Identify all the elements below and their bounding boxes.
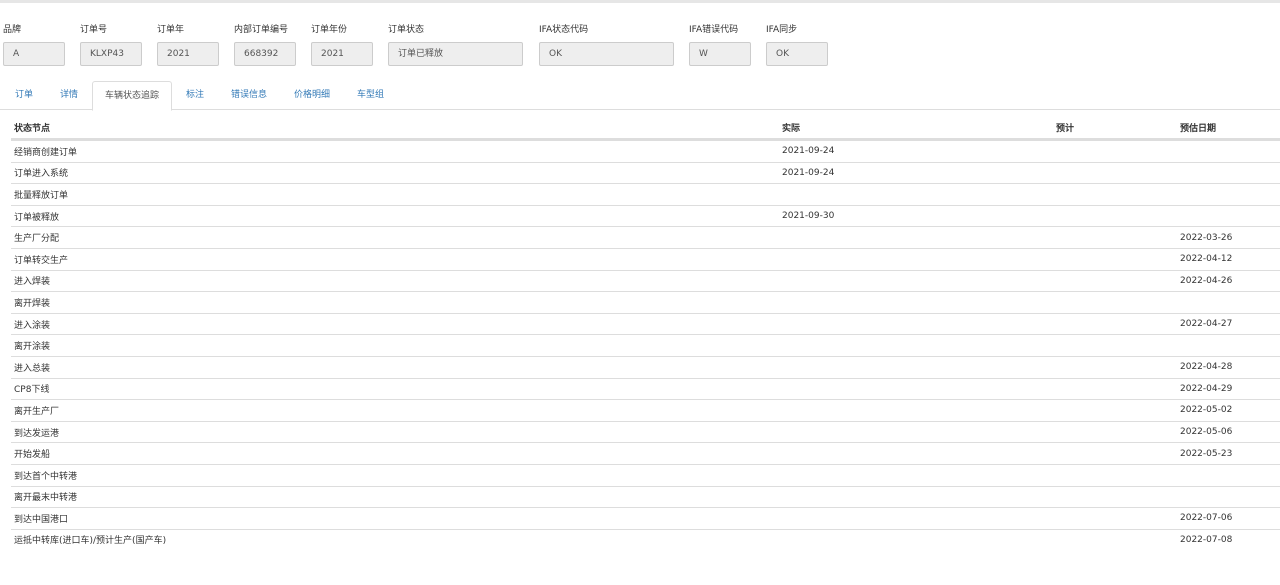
- table-row: 订单转交生产 2022-04-12: [11, 247, 1280, 270]
- cell-actual: 2021-09-30: [782, 211, 835, 222]
- table-row: 到达中国港口 2022-07-06: [11, 507, 1280, 529]
- field-brand: 品牌 A: [3, 24, 65, 66]
- cell-status-node: 订单进入系统: [14, 169, 69, 180]
- table-row: 离开涂装: [11, 334, 1280, 356]
- table-row: 进入涂装 2022-04-27: [11, 312, 1280, 335]
- order-status-input[interactable]: 订单已释放: [388, 42, 523, 66]
- cell-status-node: 订单被释放: [14, 212, 60, 223]
- table-row: 到达首个中转港: [11, 463, 1280, 486]
- cell-estimated-date: 2022-05-23: [1180, 448, 1233, 459]
- table-header: 状态节点 实际 预计 预估日期: [11, 117, 1280, 140]
- cell-estimated-date: 2022-04-26: [1180, 275, 1233, 286]
- field-order-year-2: 订单年份 2021: [311, 24, 373, 66]
- field-ifa-error-code: IFA错误代码 W: [689, 24, 751, 66]
- cell-status-node: 离开涂装: [14, 342, 51, 353]
- top-border: [0, 0, 1280, 3]
- cell-status-node: 到达发运港: [14, 428, 60, 439]
- table-row: 到达发运港 2022-05-06: [11, 420, 1280, 443]
- tab-annotations[interactable]: 标注: [186, 81, 204, 110]
- ifa-error-code-input[interactable]: W: [689, 42, 751, 66]
- brand-input[interactable]: A: [3, 42, 65, 66]
- internal-order-number-input[interactable]: 668392: [234, 42, 296, 66]
- cell-status-node: 经销商创建订单: [14, 147, 78, 158]
- tab-order[interactable]: 订单: [15, 81, 33, 110]
- cell-status-node: 进入焊装: [14, 277, 51, 288]
- field-label-ifa-sync: IFA同步: [766, 25, 798, 35]
- cell-estimated-date: 2022-03-26: [1180, 232, 1233, 243]
- table-row: 开始发船 2022-05-23: [11, 442, 1280, 464]
- header-estimated-date: 预估日期: [1180, 124, 1217, 134]
- table-row: 批量释放订单: [11, 183, 1280, 205]
- cell-status-node: 运抵中转库(进口车)/预计生产(国产车): [14, 536, 167, 547]
- field-label-order-number: 订单号: [80, 25, 108, 35]
- table-row: 订单被释放 2021-09-30: [11, 204, 1280, 227]
- cell-actual: 2021-09-24: [782, 167, 835, 178]
- cell-status-node: 订单转交生产: [14, 255, 69, 266]
- table-row: 订单进入系统 2021-09-24: [11, 161, 1280, 184]
- tab-error-info[interactable]: 错误信息: [231, 81, 267, 110]
- field-internal-order-number: 内部订单编号 668392: [234, 24, 296, 66]
- header-expected: 预计: [1056, 124, 1075, 134]
- field-ifa-sync: IFA同步 OK: [766, 24, 828, 66]
- cell-status-node: 批量释放订单: [14, 190, 69, 201]
- field-label-order-year-2: 订单年份: [311, 25, 348, 35]
- tab-details[interactable]: 详情: [60, 81, 78, 110]
- field-label-internal-order-number: 内部订单编号: [234, 25, 289, 35]
- cell-estimated-date: 2022-07-06: [1180, 513, 1233, 524]
- cell-status-node: 离开生产厂: [14, 406, 60, 417]
- table-row: 离开生产厂 2022-05-02: [11, 399, 1280, 421]
- field-label-order-status: 订单状态: [388, 25, 425, 35]
- cell-estimated-date: 2022-04-29: [1180, 383, 1233, 394]
- tab-model-group[interactable]: 车型组: [357, 81, 384, 110]
- field-order-number: 订单号 KLXP43: [80, 24, 142, 66]
- table-row: 进入总装 2022-04-28: [11, 355, 1280, 378]
- order-year-input[interactable]: 2021: [157, 42, 219, 66]
- table-row: 离开焊装: [11, 291, 1280, 313]
- cell-estimated-date: 2022-04-28: [1180, 362, 1233, 373]
- table-row: 经销商创建订单 2021-09-24: [11, 140, 1280, 162]
- cell-status-node: 到达中国港口: [14, 514, 69, 525]
- tab-bar: 订单 详情 车辆状态追踪 标注 错误信息 价格明细 车型组: [0, 81, 1280, 111]
- field-order-year: 订单年 2021: [157, 24, 219, 66]
- field-label-ifa-status-code: IFA状态代码: [539, 25, 589, 35]
- cell-status-node: 到达首个中转港: [14, 471, 78, 482]
- cell-actual: 2021-09-24: [782, 146, 835, 157]
- table-row: 运抵中转库(进口车)/预计生产(国产车) 2022-07-08: [11, 528, 1280, 551]
- status-tracking-table: 状态节点 实际 预计 预估日期 经销商创建订单 2021-09-24 订单进入系统 2…: [11, 117, 1280, 550]
- field-label-brand: 品牌: [3, 25, 22, 35]
- field-label-ifa-error-code: IFA错误代码: [689, 25, 739, 35]
- table-row: CP8下线 2022-04-29: [11, 377, 1280, 400]
- table-row: 进入焊装 2022-04-26: [11, 269, 1280, 292]
- header-actual: 实际: [782, 124, 801, 134]
- tab-price-details[interactable]: 价格明细: [294, 81, 330, 110]
- cell-estimated-date: 2022-04-27: [1180, 319, 1233, 330]
- cell-status-node: 开始发船: [14, 450, 51, 461]
- cell-estimated-date: 2022-05-06: [1180, 427, 1233, 438]
- table-row: 离开最末中转港: [11, 485, 1280, 508]
- cell-status-node: 进入涂装: [14, 320, 51, 331]
- field-label-order-year: 订单年: [157, 25, 185, 35]
- field-order-status: 订单状态 订单已释放: [388, 24, 523, 66]
- header-status-node: 状态节点: [14, 124, 51, 134]
- field-ifa-status-code: IFA状态代码 OK: [539, 24, 674, 66]
- cell-estimated-date: 2022-07-08: [1180, 534, 1233, 545]
- table-body: 经销商创建订单 2021-09-24 订单进入系统 2021-09-24 批量释放订单订…: [11, 140, 1280, 550]
- ifa-sync-input[interactable]: OK: [766, 42, 828, 66]
- tab-vehicle-status-tracking[interactable]: 车辆状态追踪: [92, 81, 172, 111]
- cell-status-node: 生产厂分配: [14, 234, 60, 245]
- order-year-2-input[interactable]: 2021: [311, 42, 373, 66]
- cell-status-node: 进入总装: [14, 363, 51, 374]
- cell-status-node: 离开最末中转港: [14, 493, 78, 504]
- cell-status-node: 离开焊装: [14, 298, 51, 309]
- order-number-input[interactable]: KLXP43: [80, 42, 142, 66]
- table-row: 生产厂分配 2022-03-26: [11, 226, 1280, 248]
- cell-estimated-date: 2022-04-12: [1180, 254, 1233, 265]
- cell-estimated-date: 2022-05-02: [1180, 405, 1233, 416]
- ifa-status-code-input[interactable]: OK: [539, 42, 674, 66]
- cell-status-node: CP8下线: [14, 385, 50, 396]
